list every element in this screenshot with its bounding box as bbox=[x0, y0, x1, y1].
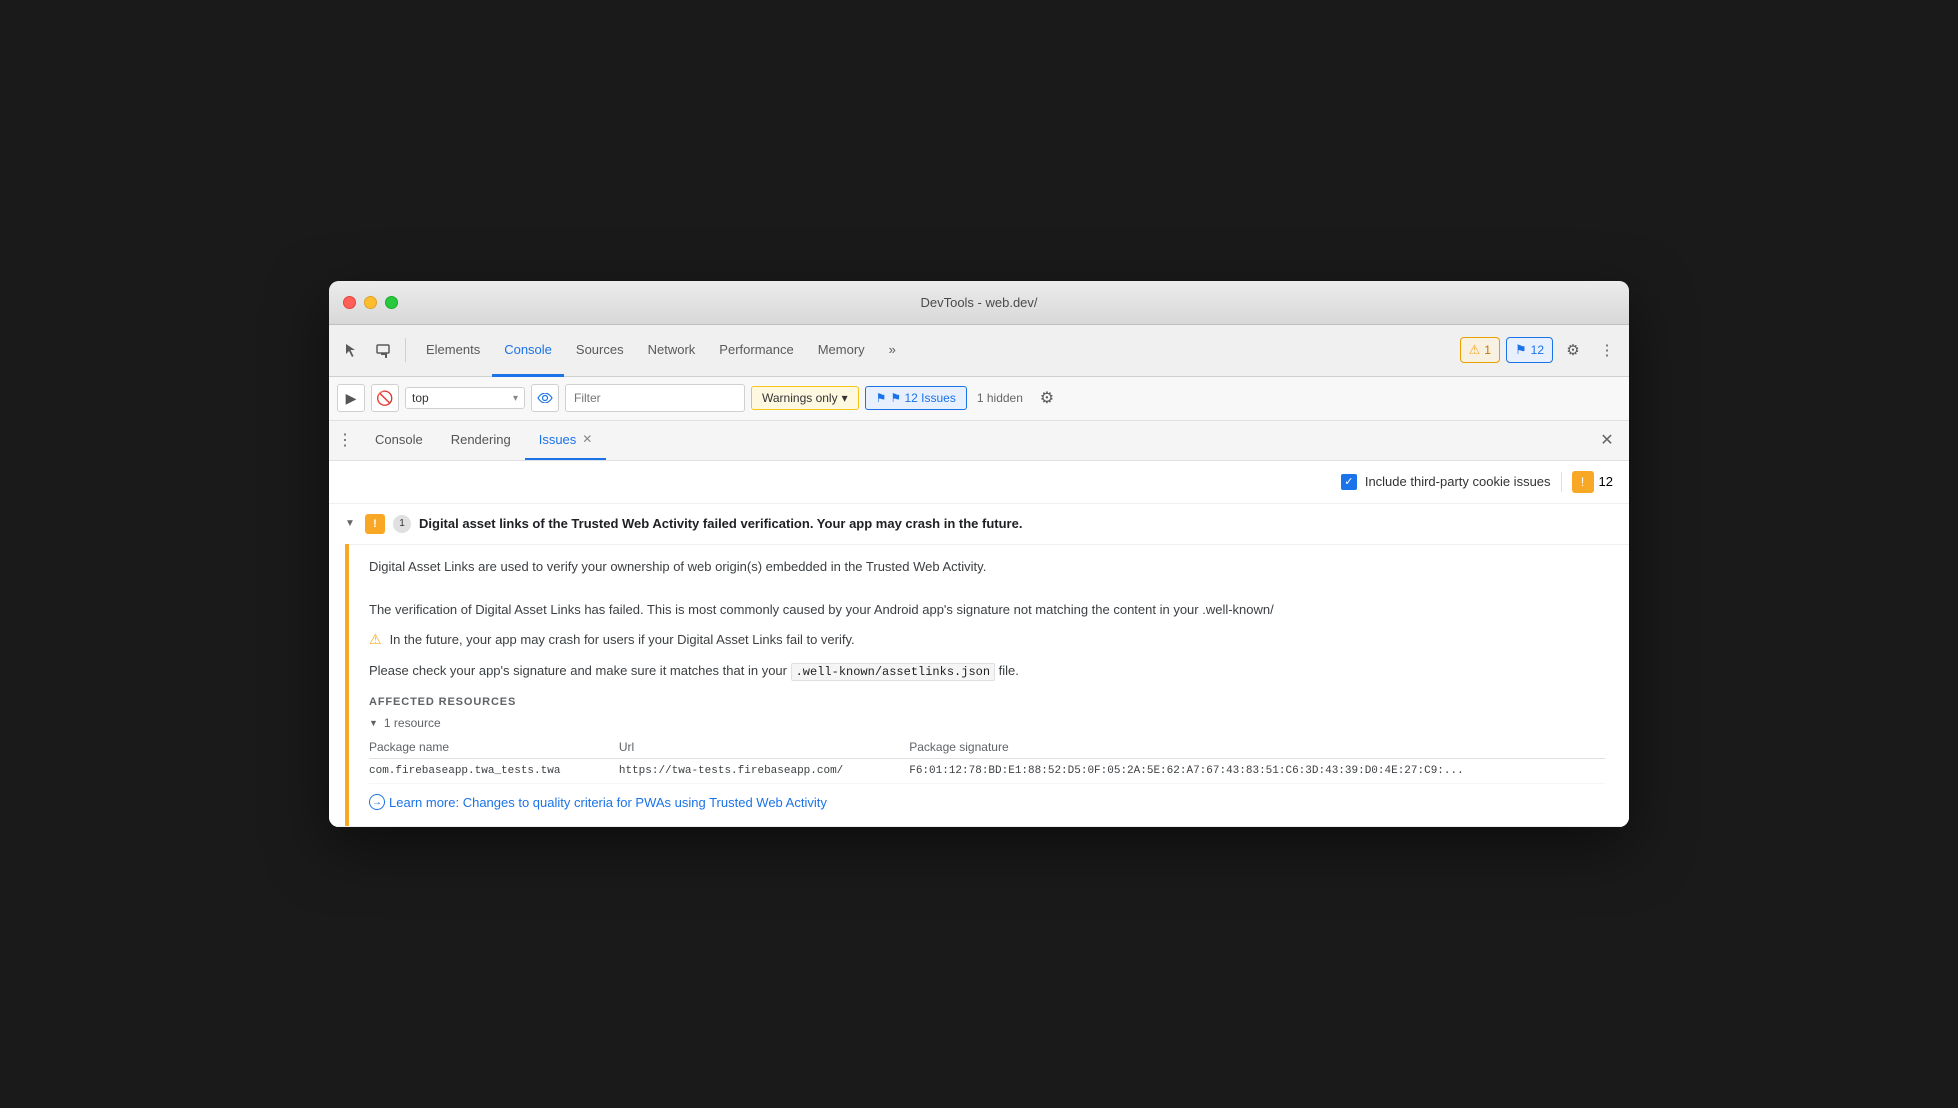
table-header-url: Url bbox=[619, 736, 909, 759]
third-party-cookie-checkbox[interactable]: ✓ bbox=[1341, 474, 1357, 490]
toolbar-divider-1 bbox=[405, 338, 406, 362]
table-row: com.firebaseapp.twa_tests.twa https://tw… bbox=[369, 759, 1605, 784]
top-toolbar: Elements Console Sources Network Perform… bbox=[329, 325, 1629, 377]
issue-expand-arrow-icon: ▼ bbox=[345, 518, 357, 529]
second-toolbar: ▶ 🚫 top ▾ Warnings only ▾ ⚑ ⚑ 12 Issue bbox=[329, 377, 1629, 421]
learn-more-circle-icon: → bbox=[369, 794, 385, 810]
total-issues-count: ! 12 bbox=[1572, 471, 1613, 493]
tab-console[interactable]: Console bbox=[492, 326, 564, 377]
devtools-window: DevTools - web.dev/ Elements bbox=[329, 281, 1629, 828]
clear-console-button[interactable]: 🚫 bbox=[371, 384, 399, 412]
settings-button[interactable]: ⚙ bbox=[1559, 336, 1587, 364]
resource-row-header[interactable]: ▼ 1 resource bbox=[369, 716, 1605, 730]
device-icon bbox=[375, 342, 391, 358]
minimize-button[interactable] bbox=[364, 296, 377, 309]
issue-warning-line: ⚠ In the future, your app may crash for … bbox=[369, 630, 1605, 651]
resource-count-label: 1 resource bbox=[384, 716, 441, 730]
code-snippet: .well-known/assetlinks.json bbox=[791, 663, 995, 681]
table-cell-package: com.firebaseapp.twa_tests.twa bbox=[369, 759, 619, 784]
tab-sources[interactable]: Sources bbox=[564, 326, 636, 377]
warning-icon: ⚠ bbox=[1469, 342, 1481, 358]
close-button[interactable] bbox=[343, 296, 356, 309]
issue-body: Digital Asset Links are used to verify y… bbox=[349, 544, 1629, 827]
more-options-button[interactable]: ⋮ bbox=[1593, 336, 1621, 364]
issues-header-divider bbox=[1561, 472, 1562, 492]
issues-count: 12 bbox=[1531, 343, 1544, 357]
resource-expand-icon: ▼ bbox=[369, 718, 378, 728]
issue-item-twa: ▼ ! 1 Digital asset links of the Trusted… bbox=[329, 504, 1629, 828]
learn-more-text: Learn more: Changes to quality criteria … bbox=[389, 795, 827, 810]
inline-warning-icon: ⚠ bbox=[369, 631, 382, 648]
cursor-icon bbox=[343, 342, 359, 358]
table-header-package: Package name bbox=[369, 736, 619, 759]
element-picker-button[interactable] bbox=[337, 336, 365, 364]
drawer-tabs: ⋮ Console Rendering Issues ✕ ✕ bbox=[329, 421, 1629, 461]
maximize-button[interactable] bbox=[385, 296, 398, 309]
affected-resources-section: AFFECTED RESOURCES ▼ 1 resource Package … bbox=[369, 696, 1605, 784]
devtools-container: Elements Console Sources Network Perform… bbox=[329, 325, 1629, 828]
issue-description-1: Digital Asset Links are used to verify y… bbox=[369, 545, 1605, 578]
table-cell-url: https://twa-tests.firebaseapp.com/ bbox=[619, 759, 909, 784]
tab-more[interactable]: » bbox=[877, 326, 908, 377]
warnings-only-dropdown[interactable]: Warnings only ▾ bbox=[751, 386, 859, 410]
issue-warn-badge: ! bbox=[365, 514, 385, 534]
issues-badge-panel[interactable]: ⚑ ⚑ 12 Issues bbox=[865, 386, 967, 410]
resource-table: Package name Url Package signature bbox=[369, 736, 1605, 784]
issues-badge-button[interactable]: ⚑ 12 bbox=[1506, 337, 1553, 363]
warnings-only-label: Warnings only bbox=[762, 391, 838, 405]
device-toggle-button[interactable] bbox=[369, 336, 397, 364]
issue-title: Digital asset links of the Trusted Web A… bbox=[419, 516, 1022, 531]
flag-icon: ⚑ bbox=[1515, 342, 1527, 358]
dropdown-arrow-icon: ▾ bbox=[842, 391, 848, 405]
total-issues-number: 12 bbox=[1599, 474, 1613, 489]
drawer-close-button[interactable]: ✕ bbox=[1593, 426, 1621, 454]
learn-more-link[interactable]: → Learn more: Changes to quality criteri… bbox=[369, 794, 1605, 810]
tab-elements[interactable]: Elements bbox=[414, 326, 492, 377]
hidden-count-text: 1 hidden bbox=[977, 391, 1023, 405]
issue-description-2: The verification of Digital Asset Links … bbox=[369, 588, 1605, 621]
drawer-tab-console[interactable]: Console bbox=[361, 421, 437, 460]
issues-badge-label: ⚑ 12 Issues bbox=[890, 391, 955, 405]
issue-warning-text: In the future, your app may crash for us… bbox=[390, 630, 855, 651]
table-cell-signature: F6:01:12:78:BD:E1:88:52:D5:0F:05:2A:5E:6… bbox=[909, 759, 1605, 784]
third-party-cookie-checkbox-label[interactable]: ✓ Include third-party cookie issues bbox=[1341, 474, 1551, 490]
window-title: DevTools - web.dev/ bbox=[920, 295, 1037, 310]
issue-header-twa[interactable]: ▼ ! 1 Digital asset links of the Trusted… bbox=[329, 504, 1629, 544]
drawer-tab-issues[interactable]: Issues ✕ bbox=[525, 421, 607, 460]
warnings-badge-button[interactable]: ⚠ 1 bbox=[1460, 337, 1500, 363]
checkbox-label-text: Include third-party cookie issues bbox=[1365, 474, 1551, 489]
issue-body-wrapper: Digital Asset Links are used to verify y… bbox=[329, 544, 1629, 827]
affected-resources-label: AFFECTED RESOURCES bbox=[369, 696, 1605, 708]
toolbar-right: ⚠ 1 ⚑ 12 ⚙ ⋮ bbox=[1460, 336, 1621, 364]
flag-issues-icon: ⚑ bbox=[876, 391, 887, 405]
main-tab-nav: Elements Console Sources Network Perform… bbox=[414, 325, 1456, 376]
issue-count-circle: 1 bbox=[393, 515, 411, 533]
tab-network[interactable]: Network bbox=[636, 326, 708, 377]
warnings-count: 1 bbox=[1484, 343, 1491, 357]
issues-panel: ✓ Include third-party cookie issues ! 12… bbox=[329, 461, 1629, 828]
chevron-down-icon: ▾ bbox=[513, 393, 518, 404]
tab-memory[interactable]: Memory bbox=[806, 326, 877, 377]
drawer-tab-rendering[interactable]: Rendering bbox=[437, 421, 525, 460]
table-header-signature: Package signature bbox=[909, 736, 1605, 759]
issue-note: Please check your app's signature and ma… bbox=[369, 661, 1605, 682]
eye-icon bbox=[537, 393, 553, 403]
tab-performance[interactable]: Performance bbox=[707, 326, 805, 377]
console-settings-button[interactable]: ⚙ bbox=[1033, 384, 1061, 412]
dots-vertical-icon: ⋮ bbox=[1600, 341, 1615, 359]
context-select-value: top bbox=[412, 391, 511, 405]
issues-header-row: ✓ Include third-party cookie issues ! 12 bbox=[329, 461, 1629, 504]
gear-icon: ⚙ bbox=[1566, 341, 1579, 359]
context-selector[interactable]: top ▾ bbox=[405, 387, 525, 409]
total-issues-warn-icon: ! bbox=[1572, 471, 1594, 493]
filter-input[interactable] bbox=[565, 384, 745, 412]
title-bar: DevTools - web.dev/ bbox=[329, 281, 1629, 325]
traffic-lights bbox=[343, 296, 398, 309]
run-script-button[interactable]: ▶ bbox=[337, 384, 365, 412]
settings-console-icon: ⚙ bbox=[1040, 388, 1054, 408]
eye-icon-button[interactable] bbox=[531, 384, 559, 412]
drawer-menu-icon[interactable]: ⋮ bbox=[337, 430, 353, 450]
issues-tab-close-button[interactable]: ✕ bbox=[582, 432, 592, 446]
